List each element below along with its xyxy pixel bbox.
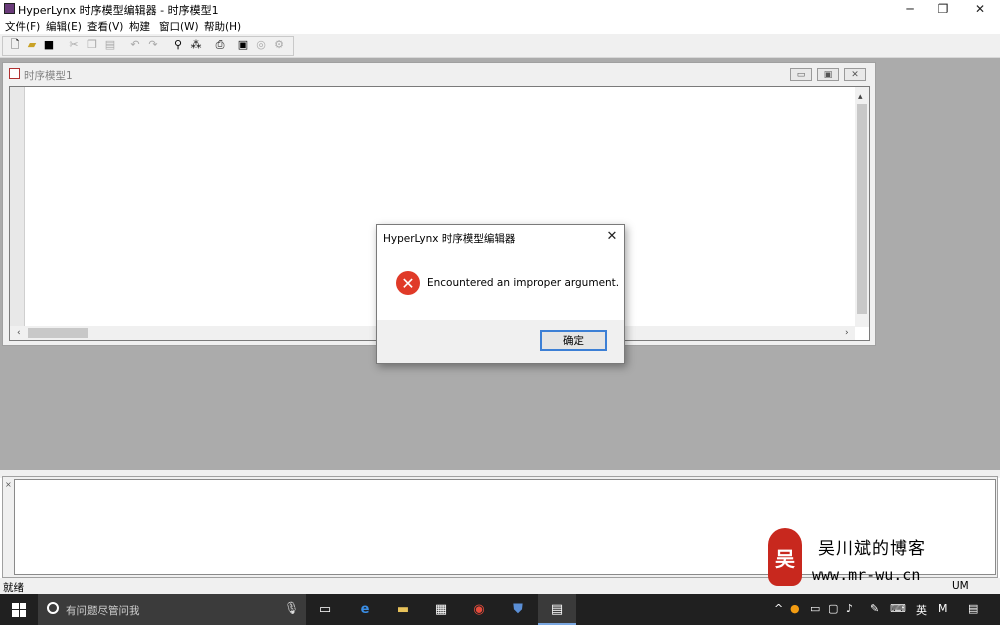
replace-icon[interactable]: ⁂ [189, 38, 203, 52]
cut-icon[interactable]: ✂ [67, 38, 81, 52]
windows-logo-icon [12, 602, 26, 617]
language-indicator[interactable]: 英 [916, 602, 927, 618]
start-button[interactable] [0, 594, 38, 625]
new-file-icon[interactable]: 🗋 [8, 38, 22, 52]
menu-help[interactable]: 帮助(H) [204, 19, 241, 34]
build-icon[interactable]: ⚙ [272, 38, 286, 52]
menu-bar: 文件(F) 编辑(E) 查看(V) 构建 窗口(W) 帮助(H) [0, 18, 1000, 34]
minimize-button[interactable]: ─ [895, 0, 925, 18]
find-icon[interactable]: ⚲ [171, 38, 185, 52]
shield-app-icon[interactable]: ⛊ [508, 599, 528, 619]
volume-icon[interactable]: ♪ [846, 602, 853, 615]
pane-close-icon[interactable]: × [5, 480, 12, 489]
edge-browser-icon[interactable]: e [355, 599, 375, 619]
child-minimize-button[interactable]: ▭ [790, 68, 812, 81]
open-folder-icon[interactable]: ▰ [25, 38, 39, 52]
microphone-icon[interactable]: 🎙 [284, 601, 299, 615]
app-icon [4, 3, 15, 14]
menu-edit[interactable]: 编辑(E) [46, 19, 82, 34]
close-button[interactable]: ✕ [965, 0, 995, 18]
task-view-icon[interactable]: ▭ [315, 599, 335, 619]
tray-app-icon[interactable]: ● [790, 602, 800, 615]
network-icon[interactable]: ▢ [828, 602, 838, 615]
notification-icon[interactable]: ▤ [968, 602, 978, 615]
redo-icon[interactable]: ↷ [146, 38, 160, 52]
ok-button[interactable]: 确定 [540, 330, 607, 351]
toolbar: 🗋 ▰ ■ ✂ ❐ ▤ ↶ ↷ ⚲ ⁂ ⎙ ▣ ◎ ⚙ [0, 34, 1000, 58]
watermark-seal: 吴 [768, 528, 802, 586]
scroll-up-icon[interactable]: ▴ [858, 92, 863, 102]
child-window-title: 时序模型1 [24, 70, 73, 82]
scroll-right-icon[interactable]: › [845, 328, 849, 338]
status-text: 就绪 [3, 582, 24, 594]
save-icon[interactable]: ■ [42, 38, 56, 52]
keyboard-icon[interactable]: ⌨ [890, 602, 906, 615]
undo-icon[interactable]: ↶ [128, 38, 142, 52]
menu-window[interactable]: 窗口(W) [159, 19, 199, 34]
vertical-scroll-thumb[interactable] [857, 104, 867, 314]
error-icon: ✕ [396, 271, 420, 295]
pen-icon[interactable]: ✎ [870, 602, 879, 615]
menu-view[interactable]: 查看(V) [87, 19, 123, 34]
cortana-icon [47, 602, 59, 614]
store-icon[interactable]: ▦ [431, 599, 451, 619]
copy-icon[interactable]: ❐ [85, 38, 99, 52]
horizontal-scroll-thumb[interactable] [28, 328, 88, 338]
search-placeholder: 有问题尽管问我 [66, 605, 140, 617]
hyperlynx-app-icon: ▤ [550, 601, 564, 617]
window-title: HyperLynx 时序模型编辑器 - 时序模型1 [18, 4, 219, 17]
dialog-close-button[interactable]: ✕ [602, 227, 622, 245]
dialog-message: Encountered an improper argument. [427, 277, 620, 289]
battery-icon[interactable]: ▭ [810, 602, 820, 615]
paste-icon[interactable]: ▤ [103, 38, 117, 52]
child-maximize-button[interactable]: ▣ [817, 68, 839, 81]
scroll-left-icon[interactable]: ‹ [17, 328, 21, 338]
restore-button[interactable]: ❐ [928, 0, 958, 18]
output-text-area[interactable] [14, 479, 996, 575]
document-icon [9, 68, 20, 79]
file-explorer-icon[interactable]: ▬ [393, 599, 413, 619]
editor-gutter [10, 87, 25, 327]
check-icon[interactable]: ◎ [254, 38, 268, 52]
menu-build[interactable]: 构建 [129, 19, 150, 34]
watermark-url: www.mr-wu.cn [812, 566, 921, 584]
child-close-button[interactable]: ✕ [844, 68, 866, 81]
print-icon[interactable]: ⎙ [213, 38, 227, 52]
dialog-title: HyperLynx 时序模型编辑器 [383, 233, 516, 245]
properties-icon[interactable]: ▣ [236, 38, 250, 52]
tray-expand-icon[interactable]: ^ [774, 602, 783, 615]
chrome-icon[interactable]: ◉ [469, 599, 489, 619]
status-indicator: UM [952, 580, 969, 592]
menu-file[interactable]: 文件(F) [5, 19, 40, 34]
watermark-name: 吴川斌的博客 [818, 539, 926, 559]
ime-indicator[interactable]: M [938, 602, 948, 615]
